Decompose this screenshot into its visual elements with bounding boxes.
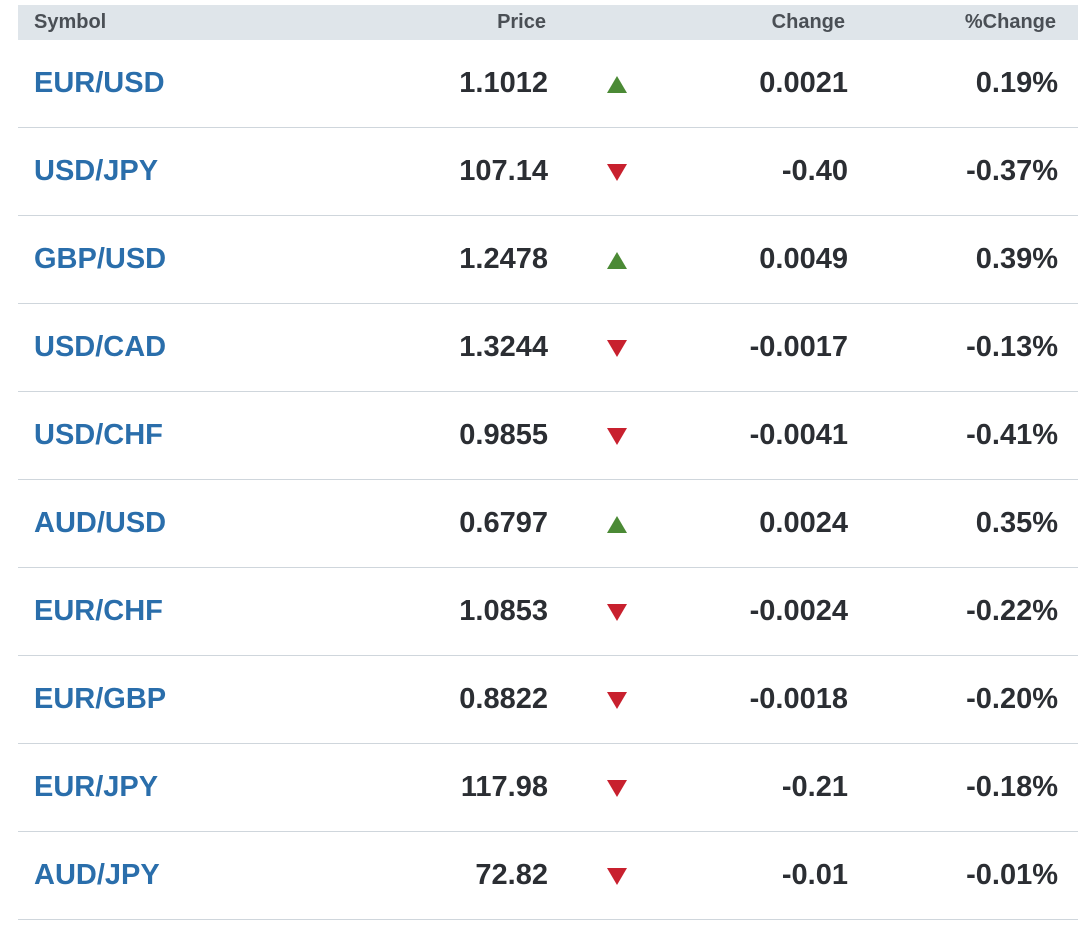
table-row[interactable]: EUR/GBP 0.8822 -0.0018 -0.20% bbox=[18, 656, 1078, 744]
symbol-link[interactable]: EUR/GBP bbox=[34, 683, 166, 715]
table-row[interactable]: EUR/CHF 1.0853 -0.0024 -0.22% bbox=[18, 568, 1078, 656]
triangle-down-icon bbox=[607, 604, 627, 621]
change-cell: -0.21 bbox=[781, 771, 848, 803]
direction-cell bbox=[607, 744, 629, 831]
pct-change-cell: -0.13% bbox=[966, 331, 1058, 363]
triangle-up-icon bbox=[607, 516, 627, 533]
change-cell: -0.0024 bbox=[749, 595, 848, 627]
price-cell: 1.0853 bbox=[459, 595, 548, 627]
currency-quote-table: Symbol Price Change %Change EUR/USD 1.101… bbox=[18, 5, 1078, 920]
pct-change-cell: -0.22% bbox=[966, 595, 1058, 627]
pct-change-cell: -0.01% bbox=[966, 859, 1058, 891]
pct-change-cell: -0.18% bbox=[966, 771, 1058, 803]
table-row[interactable]: EUR/USD 1.1012 0.0021 0.19% bbox=[18, 40, 1078, 128]
change-cell: -0.40 bbox=[781, 155, 848, 187]
price-cell: 0.6797 bbox=[459, 507, 548, 539]
symbol-cell: EUR/CHF bbox=[34, 568, 163, 655]
header-price[interactable]: Price bbox=[497, 5, 546, 40]
table-row[interactable]: USD/JPY 107.14 -0.40 -0.37% bbox=[18, 128, 1078, 216]
change-cell: 0.0021 bbox=[759, 67, 848, 99]
triangle-down-icon bbox=[607, 164, 627, 181]
change-cell: -0.0041 bbox=[749, 419, 848, 451]
direction-cell bbox=[607, 304, 629, 391]
symbol-cell: EUR/JPY bbox=[34, 744, 158, 831]
symbol-link[interactable]: EUR/USD bbox=[34, 67, 165, 99]
symbol-link[interactable]: USD/JPY bbox=[34, 155, 158, 187]
header-change[interactable]: Change bbox=[772, 5, 845, 40]
symbol-cell: USD/CHF bbox=[34, 392, 163, 479]
symbol-cell: USD/CAD bbox=[34, 304, 166, 391]
price-cell: 72.82 bbox=[475, 859, 548, 891]
symbol-link[interactable]: USD/CAD bbox=[34, 331, 166, 363]
table-row[interactable]: AUD/USD 0.6797 0.0024 0.35% bbox=[18, 480, 1078, 568]
triangle-down-icon bbox=[607, 340, 627, 357]
header-symbol[interactable]: Symbol bbox=[34, 5, 106, 40]
symbol-link[interactable]: AUD/USD bbox=[34, 507, 166, 539]
change-cell: -0.0017 bbox=[749, 331, 848, 363]
triangle-down-icon bbox=[607, 428, 627, 445]
symbol-cell: EUR/GBP bbox=[34, 656, 166, 743]
triangle-down-icon bbox=[607, 692, 627, 709]
price-cell: 1.1012 bbox=[459, 67, 548, 99]
table-header: Symbol Price Change %Change bbox=[18, 5, 1078, 40]
pct-change-cell: -0.20% bbox=[966, 683, 1058, 715]
symbol-cell: USD/JPY bbox=[34, 128, 158, 215]
direction-cell bbox=[607, 480, 629, 567]
pct-change-cell: 0.19% bbox=[975, 67, 1058, 99]
symbol-cell: EUR/USD bbox=[34, 40, 165, 127]
symbol-link[interactable]: GBP/USD bbox=[34, 243, 166, 275]
pct-change-cell: 0.39% bbox=[975, 243, 1058, 275]
direction-cell bbox=[607, 216, 629, 303]
direction-cell bbox=[607, 392, 629, 479]
direction-cell bbox=[607, 832, 629, 919]
pct-change-cell: 0.35% bbox=[975, 507, 1058, 539]
symbol-link[interactable]: EUR/JPY bbox=[34, 771, 158, 803]
direction-cell bbox=[607, 40, 629, 127]
price-cell: 0.8822 bbox=[459, 683, 548, 715]
table-row[interactable]: USD/CAD 1.3244 -0.0017 -0.13% bbox=[18, 304, 1078, 392]
triangle-up-icon bbox=[607, 252, 627, 269]
direction-cell bbox=[607, 656, 629, 743]
symbol-cell: AUD/USD bbox=[34, 480, 166, 567]
price-cell: 117.98 bbox=[460, 771, 548, 803]
triangle-up-icon bbox=[607, 76, 627, 93]
change-cell: -0.0018 bbox=[749, 683, 848, 715]
table-row[interactable]: EUR/JPY 117.98 -0.21 -0.18% bbox=[18, 744, 1078, 832]
direction-cell bbox=[607, 568, 629, 655]
symbol-cell: GBP/USD bbox=[34, 216, 166, 303]
symbol-link[interactable]: AUD/JPY bbox=[34, 859, 160, 891]
pct-change-cell: -0.37% bbox=[966, 155, 1058, 187]
table-row[interactable]: AUD/JPY 72.82 -0.01 -0.01% bbox=[18, 832, 1078, 920]
change-cell: 0.0049 bbox=[759, 243, 848, 275]
symbol-link[interactable]: USD/CHF bbox=[34, 419, 163, 451]
triangle-down-icon bbox=[607, 868, 627, 885]
price-cell: 107.14 bbox=[459, 155, 548, 187]
symbol-link[interactable]: EUR/CHF bbox=[34, 595, 163, 627]
symbol-cell: AUD/JPY bbox=[34, 832, 160, 919]
price-cell: 1.3244 bbox=[459, 331, 548, 363]
change-cell: 0.0024 bbox=[759, 507, 848, 539]
table-body: EUR/USD 1.1012 0.0021 0.19% USD/JPY 107.14 -0.… bbox=[18, 40, 1078, 920]
pct-change-cell: -0.41% bbox=[966, 419, 1058, 451]
triangle-down-icon bbox=[607, 780, 627, 797]
table-row[interactable]: GBP/USD 1.2478 0.0049 0.39% bbox=[18, 216, 1078, 304]
table-row[interactable]: USD/CHF 0.9855 -0.0041 -0.41% bbox=[18, 392, 1078, 480]
header-pct-change[interactable]: %Change bbox=[965, 5, 1056, 40]
change-cell: -0.01 bbox=[781, 859, 848, 891]
price-cell: 1.2478 bbox=[459, 243, 548, 275]
direction-cell bbox=[607, 128, 629, 215]
price-cell: 0.9855 bbox=[459, 419, 548, 451]
